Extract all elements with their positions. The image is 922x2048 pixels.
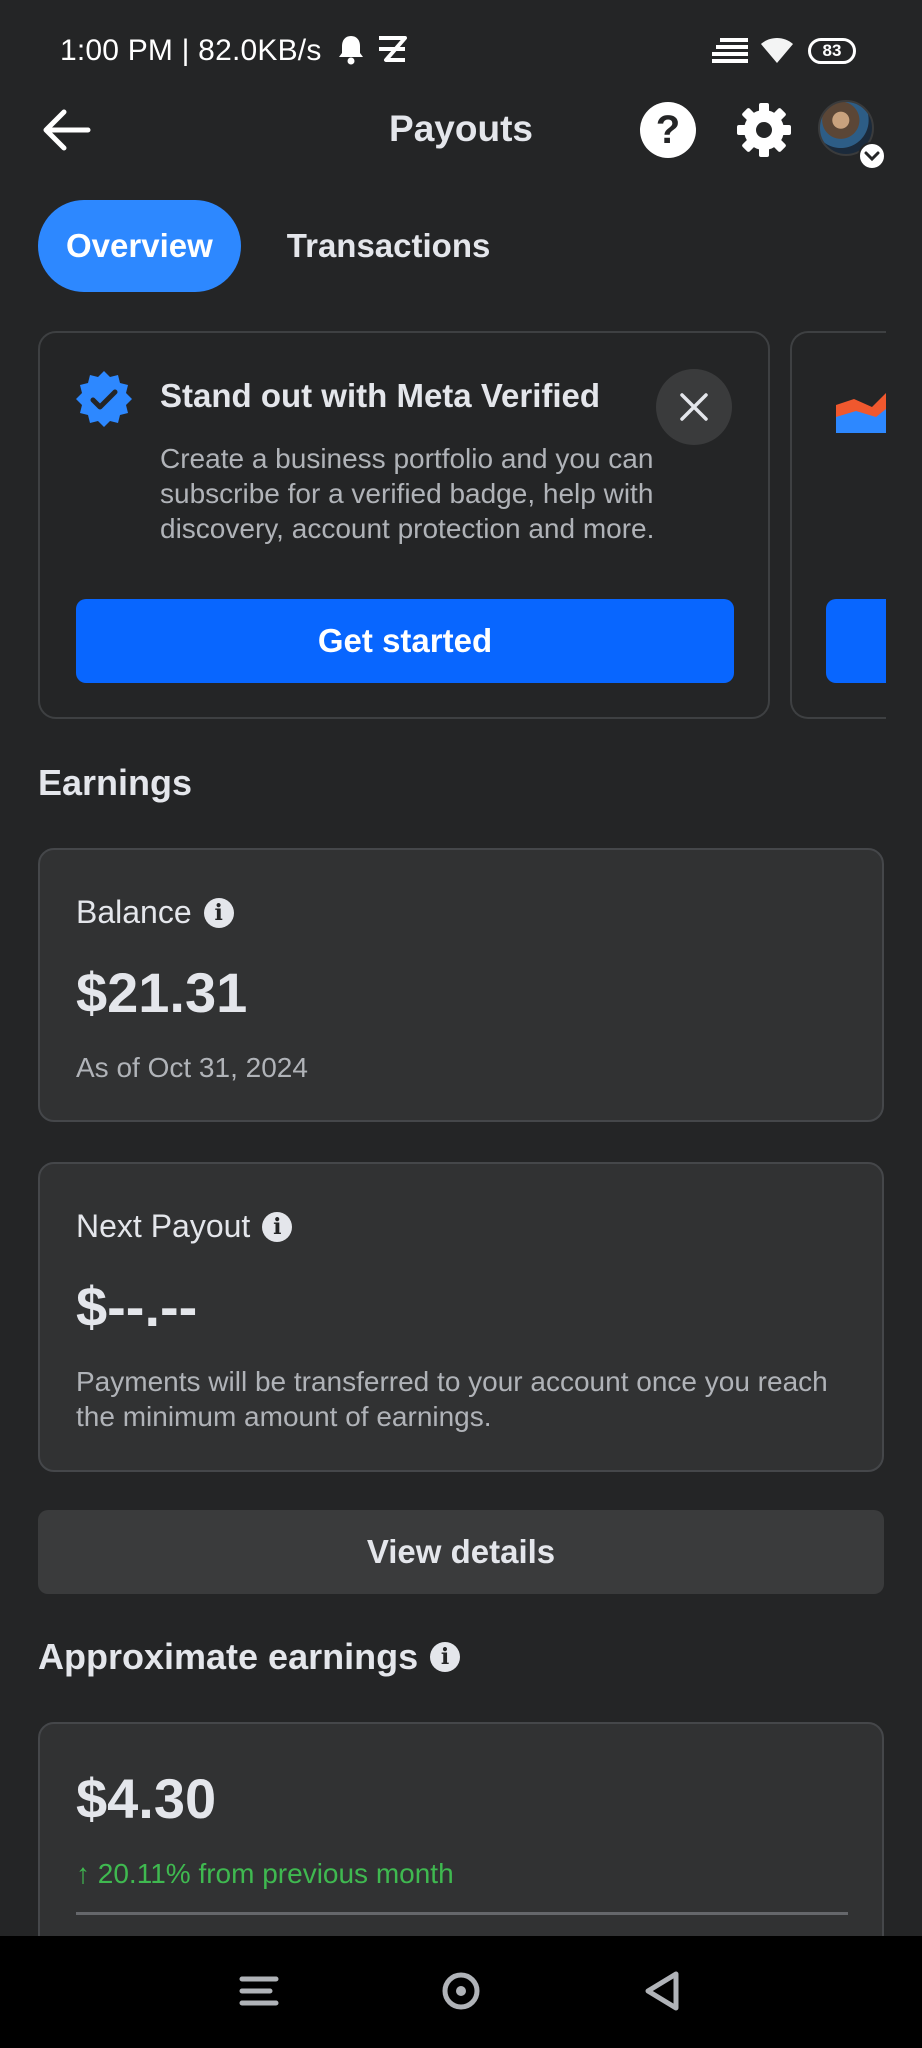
next-payout-label: Next Payout (76, 1208, 251, 1244)
back-icon[interactable] (638, 1966, 688, 2016)
balance-date: As of Oct 31, 2024 (76, 1052, 308, 1083)
next-payout-label-row: Next Payout i (76, 1208, 293, 1245)
tab-overview[interactable]: Overview (38, 200, 241, 292)
system-nav-bar (0, 1936, 922, 2048)
close-icon[interactable] (656, 369, 732, 445)
view-details-button[interactable]: View details (38, 1510, 884, 1594)
gear-icon[interactable] (734, 100, 794, 160)
status-time-speed: 1:00 PM | 82.0KB/s (60, 34, 322, 67)
meta-verified-promo-card: Stand out with Meta Verified Create a bu… (38, 331, 770, 719)
earnings-heading-text: Earnings (38, 762, 193, 803)
verified-badge-icon (74, 369, 134, 429)
approximate-earnings-heading-text: Approximate earnings (38, 1636, 419, 1677)
balance-card: Balance i $21.31 As of Oct 31, 2024 (38, 848, 884, 1122)
app-notification-icon (376, 34, 408, 69)
balance-label-row: Balance i (76, 894, 234, 931)
chart-promo-icon (836, 383, 886, 438)
balance-label: Balance (76, 894, 192, 930)
approximate-earnings-heading: Approximate earnings i (38, 1636, 461, 1678)
menu-icon[interactable] (234, 1966, 284, 2016)
bell-icon (336, 34, 366, 71)
next-promo-card[interactable] (790, 331, 886, 719)
header: Payouts ? (0, 96, 922, 170)
get-started-button[interactable]: Get started (76, 599, 734, 683)
next-payout-card: Next Payout i $--.-- Payments will be tr… (38, 1162, 884, 1472)
promo-title: Stand out with Meta Verified (160, 377, 601, 414)
chevron-down-icon (858, 142, 886, 170)
growth-indicator: ↑ 20.11% from previous month (76, 1858, 454, 1889)
tab-bar: Overview Transactions (38, 200, 510, 292)
profile-switcher[interactable] (818, 100, 886, 170)
info-icon[interactable]: i (203, 897, 234, 928)
next-payout-amount: $--.-- (76, 1275, 198, 1338)
divider (76, 1912, 848, 1915)
next-payout-note: Payments will be transferred to your acc… (76, 1366, 828, 1432)
earnings-heading: Earnings (38, 762, 192, 804)
info-icon[interactable]: i (262, 1211, 293, 1242)
signal-icon (712, 38, 748, 69)
status-bar: 1:00 PM | 82.0KB/s 83 (0, 0, 922, 100)
home-icon[interactable] (436, 1966, 486, 2016)
tab-transactions[interactable]: Transactions (267, 200, 511, 292)
approximate-earnings-amount: $4.30 (76, 1767, 217, 1830)
battery-icon: 83 (808, 38, 856, 64)
wifi-icon (760, 36, 794, 69)
next-promo-button[interactable] (826, 599, 886, 683)
promo-description: Create a business portfolio and you can … (160, 443, 655, 544)
info-icon[interactable]: i (430, 1642, 461, 1672)
help-icon[interactable]: ? (640, 102, 696, 158)
balance-amount: $21.31 (76, 961, 248, 1024)
